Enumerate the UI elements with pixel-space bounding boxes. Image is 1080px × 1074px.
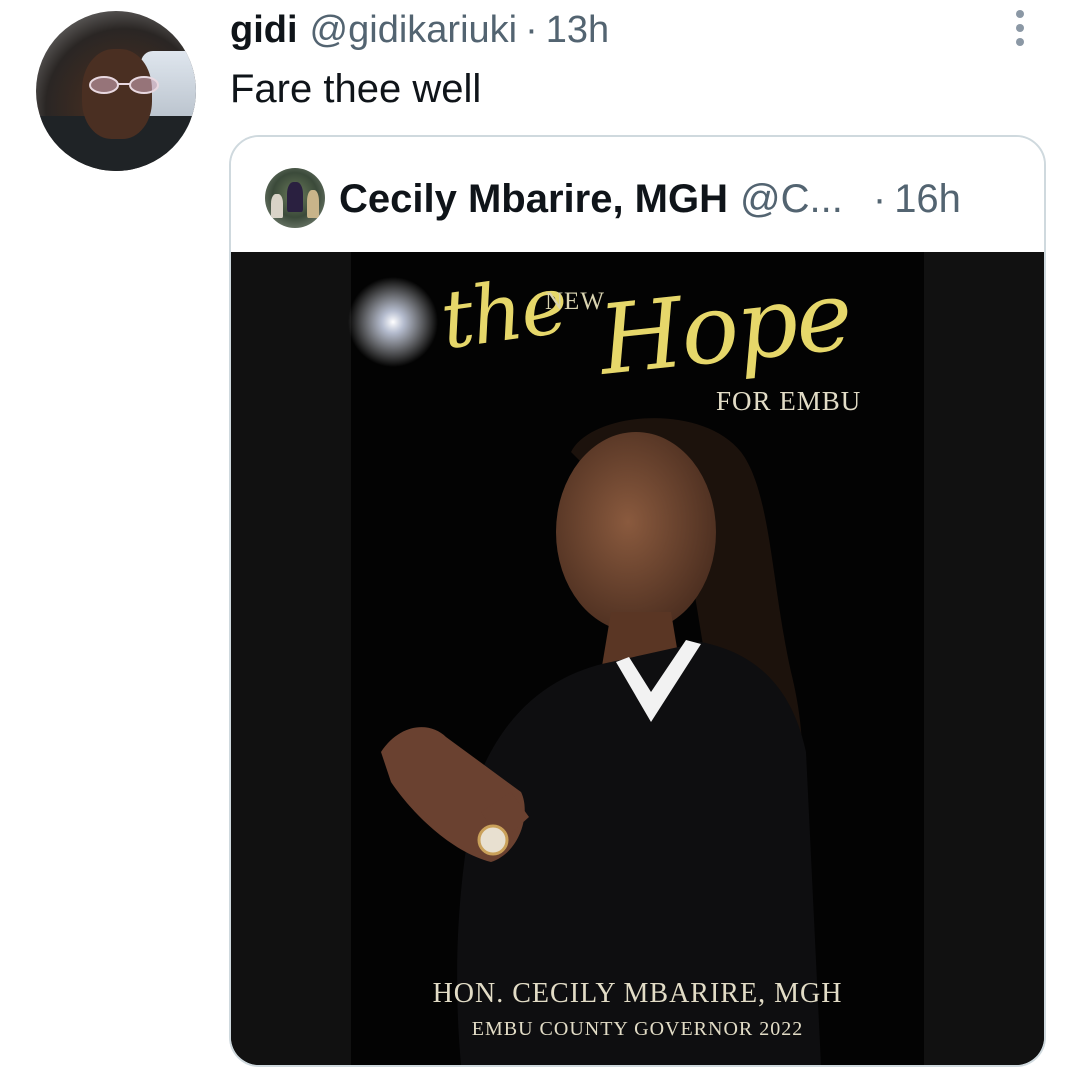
poster-new-text: NEW: [545, 288, 605, 315]
quoted-tweet-timestamp[interactable]: 16h: [894, 175, 961, 223]
quoted-tweet-header: Cecily Mbarire, MGH @C... · 16h: [231, 137, 1044, 252]
light-flare: [348, 277, 438, 367]
separator-dot: ·: [525, 9, 538, 51]
quoted-tweet-image[interactable]: the Hope NEW FOR EMBU HON. CECILY MBARIR…: [231, 252, 1044, 1065]
quoted-author-avatar[interactable]: [265, 168, 325, 228]
tweet-header: gidi @gidikariuki · 13h: [230, 8, 609, 52]
avatar-figure: [307, 190, 319, 218]
poster-title-text: EMBU COUNTY GOVERNOR 2022: [471, 1018, 804, 1040]
avatar-figure: [287, 182, 303, 212]
avatar-figure: [271, 194, 283, 218]
more-dot: [1016, 10, 1024, 18]
portrait-watch: [477, 824, 509, 856]
portrait-face: [556, 432, 716, 632]
quoted-author-row: Cecily Mbarire, MGH @C... · 16h: [339, 175, 1029, 223]
tweet-timestamp[interactable]: 13h: [546, 8, 609, 52]
author-handle[interactable]: @gidikariuki: [310, 8, 518, 52]
poster-for-embu-text: FOR EMBU: [716, 386, 862, 416]
more-dot: [1016, 24, 1024, 32]
quoted-author-name[interactable]: Cecily Mbarire, MGH: [339, 175, 728, 223]
tweet-text: Fare thee well: [230, 67, 482, 111]
poster-name-text: HON. CECILY MBARIRE, MGH: [432, 978, 843, 1009]
author-avatar[interactable]: [36, 11, 196, 171]
quoted-author-handle[interactable]: @C...: [740, 175, 843, 223]
separator-dot: ·: [872, 177, 887, 221]
author-name[interactable]: gidi: [230, 8, 298, 52]
more-dot: [1016, 38, 1024, 46]
more-vertical-icon[interactable]: [1004, 8, 1036, 48]
sunglasses-icon: [89, 76, 159, 94]
quoted-tweet-card[interactable]: Cecily Mbarire, MGH @C... · 16h the Hope…: [229, 135, 1046, 1067]
